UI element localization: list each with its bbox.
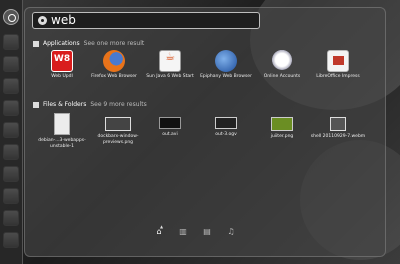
java-icon: ☕ [159, 50, 181, 72]
files-lens-icon[interactable]: ▤ [203, 228, 211, 236]
files-title: Files & Folders [43, 101, 87, 108]
w8-badge: W8 [53, 54, 71, 64]
app-item[interactable]: Online Accounts [254, 50, 310, 80]
launcher-item[interactable] [3, 166, 19, 182]
file-item[interactable]: out.avi [142, 117, 198, 138]
app-item[interactable]: LibreOffice Impress [310, 50, 366, 80]
firefox-icon [103, 50, 125, 72]
file-label: out-3.ogv [215, 132, 237, 137]
app-item[interactable]: W8 Web UpdI [34, 50, 90, 80]
file-label: dockbarx-window-previews.png [97, 134, 139, 145]
applications-lens-icon[interactable]: ▥ [179, 228, 187, 236]
applications-header: Applications See one more result [33, 40, 144, 47]
app-label: Epiphany Web Browser [200, 74, 252, 79]
launcher-item[interactable] [3, 78, 19, 94]
file-item[interactable]: shell 20110929-7.webm [310, 117, 366, 140]
video-file-icon [330, 117, 346, 131]
clear-search-icon[interactable] [38, 16, 47, 25]
launcher-item[interactable] [3, 100, 19, 116]
libreoffice-impress-icon [327, 50, 349, 72]
app-label: Web UpdI [51, 74, 73, 79]
files-icon [33, 101, 39, 108]
image-file-icon [105, 117, 131, 131]
applications-icon [33, 40, 39, 47]
lens-bar: ⌂ ▥ ▤ ♫ [155, 228, 235, 236]
app-item[interactable]: Epiphany Web Browser [198, 50, 254, 80]
w8-icon: W8 [51, 50, 73, 72]
file-label: out.avi [162, 132, 178, 137]
launcher-item[interactable] [3, 34, 19, 50]
file-label: juiiter.png [270, 134, 294, 139]
files-more-link[interactable]: See 9 more results [90, 101, 146, 108]
launcher-item[interactable] [3, 232, 19, 248]
file-item[interactable]: out-3.ogv [198, 117, 254, 138]
launcher-item[interactable] [3, 144, 19, 160]
epiphany-icon [215, 50, 237, 72]
applications-more-link[interactable]: See one more result [84, 40, 145, 47]
app-label: LibreOffice Impress [316, 74, 360, 79]
file-item[interactable]: juiiter.png [254, 117, 310, 140]
app-label: Online Accounts [263, 74, 301, 79]
home-lens-icon[interactable]: ⌂ [155, 228, 163, 236]
launcher-item[interactable] [3, 56, 19, 72]
launcher-item[interactable] [3, 122, 19, 138]
launcher-item[interactable] [3, 210, 19, 226]
search-query[interactable]: web [51, 13, 76, 28]
app-label: Firefox Web Browser [91, 74, 137, 79]
text-file-icon [54, 113, 70, 135]
search-input[interactable]: web [32, 12, 260, 29]
file-item[interactable]: dockbarx-window-previews.png [90, 117, 146, 146]
video-file-icon [215, 117, 237, 129]
file-label: debian-...3-webapps-unstable-1 [38, 138, 86, 149]
image-file-icon [271, 117, 293, 131]
launcher [0, 0, 23, 264]
file-label: shell 20110929-7.webm [310, 134, 366, 139]
files-header: Files & Folders See 9 more results [33, 101, 147, 108]
video-file-icon [159, 117, 181, 129]
online-accounts-icon [271, 50, 293, 72]
file-item[interactable]: debian-...3-webapps-unstable-1 [34, 113, 90, 150]
app-item[interactable]: ☕ Sun Java 6 Web Start [142, 50, 198, 80]
dash-home-button[interactable] [3, 9, 19, 25]
app-item[interactable]: Firefox Web Browser [86, 50, 142, 80]
app-label: Sun Java 6 Web Start [146, 74, 194, 79]
music-lens-icon[interactable]: ♫ [227, 228, 235, 236]
applications-title: Applications [43, 40, 80, 47]
launcher-item[interactable] [3, 188, 19, 204]
